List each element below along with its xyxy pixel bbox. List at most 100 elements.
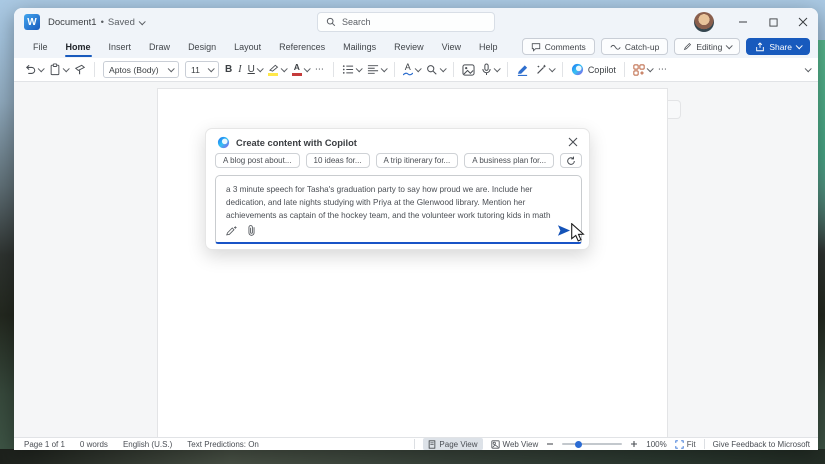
status-bar-right: Page View Web View 100% Fit Give Feedbac… [414,438,810,450]
bullets-button[interactable] [342,64,363,75]
suggestion-chip-blog-post[interactable]: A blog post about... [215,153,300,168]
tab-review[interactable]: Review [385,36,433,58]
refresh-icon [567,156,575,165]
page-view-button[interactable]: Page View [423,438,483,450]
account-avatar[interactable] [694,12,714,32]
document-canvas-area: Create content with Copilot A blog post … [14,82,818,437]
page-view-icon [429,439,436,449]
catch-up-button[interactable]: Catch-up [600,38,669,55]
tab-mailings[interactable]: Mailings [334,36,385,58]
refresh-suggestions-button[interactable] [560,153,583,168]
fit-button[interactable]: Fit [675,440,696,449]
ribbon-tab-row: File Home Insert Draw Design Layout Refe… [14,36,818,58]
copilot-dialog: Create content with Copilot A blog post … [205,128,590,250]
share-button[interactable]: Share [746,38,810,55]
minimize-button[interactable] [728,8,758,36]
collapse-ribbon-button[interactable] [804,65,812,73]
more-font-options-button[interactable]: ⋯ [315,64,325,75]
comments-button[interactable]: Comments [521,38,595,55]
tab-layout[interactable]: Layout [225,36,270,58]
underline-letter: U [247,63,255,75]
close-button[interactable] [788,8,818,36]
chevron-down-icon [795,42,803,50]
text-predictions-toggle[interactable]: Text Predictions: On [187,440,259,449]
tab-help[interactable]: Help [470,36,507,58]
chevron-down-icon [548,65,556,73]
zoom-slider-thumb[interactable] [575,440,583,448]
tab-view[interactable]: View [433,36,470,58]
ribbon-more-button[interactable]: ⋯ [658,64,668,75]
tab-references[interactable]: References [270,36,334,58]
suggestion-chip-business-plan[interactable]: A business plan for... [464,153,555,168]
editing-mode-button[interactable]: Editing [674,38,741,55]
chevron-down-icon [37,65,45,73]
save-status: Saved [107,16,135,28]
fit-label: Fit [686,439,696,449]
search-input[interactable]: Search [317,12,495,32]
bold-button[interactable]: B [225,64,232,75]
font-name-value: Aptos (Body) [109,64,159,75]
font-size-select[interactable]: 11 [185,61,219,78]
search-icon [326,17,336,27]
copilot-prompt-input[interactable]: a 3 minute speech for Tasha's graduation… [215,175,582,244]
font-name-select[interactable]: Aptos (Body) [103,61,179,78]
language-indicator[interactable]: English (U.S.) [123,440,172,449]
paste-button[interactable] [49,63,70,76]
dictate-button[interactable] [481,63,501,76]
word-logo-icon: W [24,14,40,30]
maximize-button[interactable] [758,8,788,36]
copilot-dialog-header: Create content with Copilot [217,136,357,149]
page-count[interactable]: Page 1 of 1 [24,440,65,449]
share-icon [756,41,765,51]
inspire-pen-icon[interactable] [225,225,237,237]
document-title-menu[interactable]: Document1 • Saved [48,16,146,28]
suggestion-chip-itinerary[interactable]: A trip itinerary for... [375,153,459,168]
desktop-background: W Document1 • Saved Search File Home Ins… [0,0,825,464]
tab-insert[interactable]: Insert [100,36,141,58]
feedback-link[interactable]: Give Feedback to Microsoft [713,440,810,449]
word-count[interactable]: 0 words [80,440,108,449]
find-button[interactable] [426,64,447,76]
undo-button[interactable] [24,64,45,76]
highlight-color-button[interactable] [268,64,288,76]
ribbon-separator [506,62,508,77]
word-window: W Document1 • Saved Search File Home Ins… [14,8,818,450]
comment-icon [531,42,540,52]
copilot-button[interactable]: Copilot [571,63,616,76]
format-painter-icon [74,64,86,74]
zoom-slider[interactable] [562,440,623,448]
page-margin-tab[interactable] [668,100,681,119]
editor-button[interactable] [516,64,529,76]
dialog-close-button[interactable] [567,136,579,148]
alignment-button[interactable] [367,64,388,75]
tab-draw[interactable]: Draw [140,36,179,58]
close-icon [798,17,808,27]
paperclip-icon[interactable] [246,224,257,237]
web-view-button[interactable]: Web View [490,439,539,449]
tab-design[interactable]: Design [179,36,225,58]
maximize-icon [768,17,778,27]
zoom-out-button[interactable] [546,440,554,448]
tab-home[interactable]: Home [57,36,100,58]
send-button[interactable] [557,224,571,237]
add-ins-button[interactable] [633,63,654,76]
zoom-percentage[interactable]: 100% [646,440,666,449]
zoom-in-button[interactable] [630,440,638,448]
copilot-icon [217,136,230,149]
statusbar-separator [703,439,705,449]
designer-button[interactable] [462,63,475,76]
styles-button[interactable]: A [402,63,422,76]
web-view-label: Web View [502,439,539,449]
align-left-icon [367,65,378,74]
autoformat-button[interactable] [535,64,556,76]
tab-file[interactable]: File [24,36,57,58]
suggestion-chip-ideas[interactable]: 10 ideas for... [305,153,370,168]
chevron-down-icon [355,65,363,73]
italic-button[interactable]: I [238,64,241,75]
font-color-button[interactable]: A [291,63,311,76]
ribbon-separator [94,62,95,77]
ribbon-separator [332,62,334,77]
format-painter-button[interactable] [74,64,86,76]
underline-button[interactable]: U [247,63,264,75]
title-bar: W Document1 • Saved Search [14,8,818,36]
